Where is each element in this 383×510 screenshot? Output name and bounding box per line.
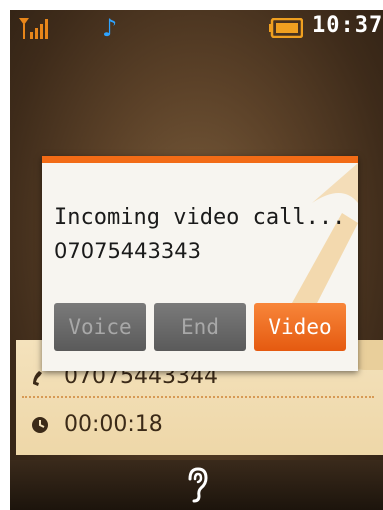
video-button[interactable]: Video (254, 303, 346, 351)
status-bar: ♪ 10:37 (10, 10, 383, 46)
dialog-title: Incoming video call... (54, 205, 346, 230)
history-duration: 00:00:18 (64, 412, 163, 437)
phone-screen: ♪ 10:37 07075443344 00:00:18 Incoming vi… (10, 10, 383, 510)
status-clock: 10:37 (312, 13, 383, 38)
battery-icon (269, 18, 303, 38)
ear-icon[interactable] (186, 467, 210, 503)
history-duration-row: 00:00:18 (30, 412, 163, 437)
clock-icon (32, 416, 48, 433)
signal-icon (19, 18, 48, 39)
voice-button[interactable]: Voice (54, 303, 146, 351)
incoming-call-dialog: Incoming video call... 07075443343 Voice… (42, 156, 358, 371)
end-button[interactable]: End (154, 303, 246, 351)
caller-number: 07075443343 (54, 239, 201, 263)
history-divider (22, 396, 374, 398)
music-icon: ♪ (102, 14, 118, 42)
